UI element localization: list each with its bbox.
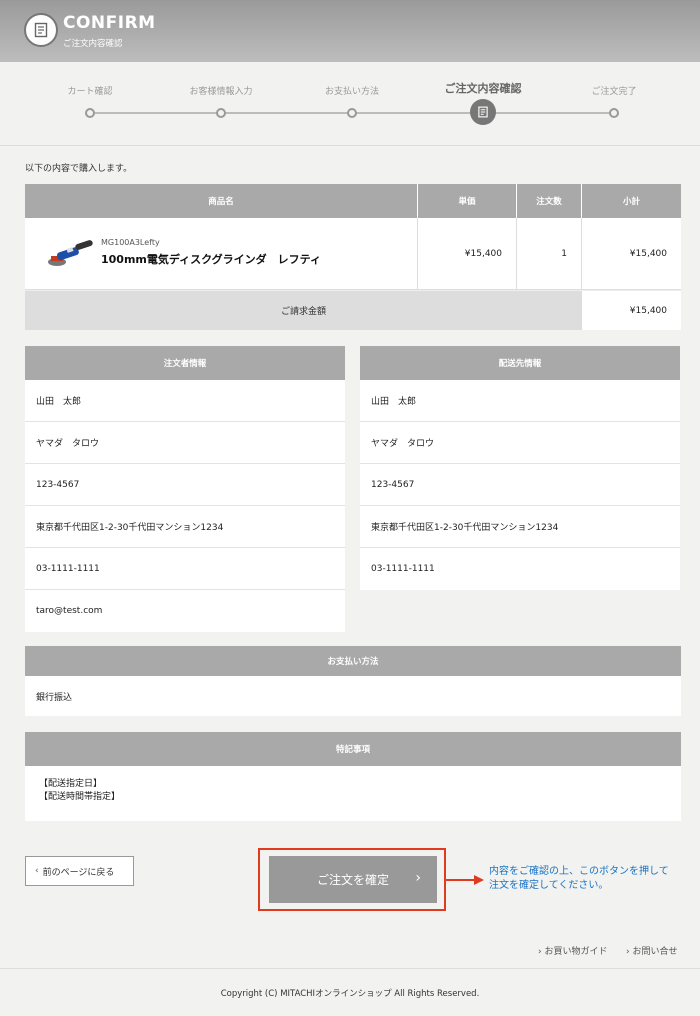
page-title: CONFIRM — [63, 13, 156, 33]
total-value: ¥15,400 — [582, 291, 681, 330]
contact-link[interactable]: › お問い合せ — [626, 944, 677, 957]
step-dot — [609, 108, 619, 118]
shipping-info-panel: 配送先情報 山田 太郎 ヤマダ タロウ 123-4567 東京都千代田区1-2-… — [360, 346, 680, 590]
step-dot — [85, 108, 95, 118]
orderer-zip: 123-4567 — [25, 464, 345, 506]
subtotal: ¥15,400 — [629, 248, 667, 259]
step-label: カート確認 — [67, 87, 113, 97]
step-label: お客様情報入力 — [189, 87, 253, 97]
total-row: ご請求金額 ¥15,400 — [25, 290, 681, 330]
link-label: お問い合せ — [632, 947, 678, 957]
back-button[interactable]: ‹ 前のページに戻る — [25, 856, 134, 886]
product-image — [48, 240, 93, 266]
back-button-label: 前のページに戻る — [42, 867, 115, 878]
column-subtotal: 小計 — [622, 197, 640, 207]
step-dot — [216, 108, 226, 118]
order-table: 商品名 単価 注文数 小計 MG100A3Lefty 100mm電気ディスクグラ… — [25, 184, 681, 330]
table-row: MG100A3Lefty 100mm電気ディスクグラインダ レフティ ¥15,4… — [25, 218, 681, 290]
panel-title: 注文者情報 — [25, 346, 345, 380]
panel-title: 配送先情報 — [360, 346, 680, 380]
payment-method-value: 銀行振込 — [36, 692, 73, 703]
notes-panel: 特記事項 【配送指定日】 【配送時間帯指定】 — [25, 732, 681, 821]
shipping-zip: 123-4567 — [360, 464, 680, 506]
orderer-info-panel: 注文者情報 山田 太郎 ヤマダ タロウ 123-4567 東京都千代田区1-2-… — [25, 346, 345, 632]
shipping-name-kana: ヤマダ タロウ — [360, 422, 680, 464]
delivery-date-note: 【配送指定日】 — [39, 779, 103, 789]
step-label: ご注文完了 — [591, 87, 637, 97]
product-code: MG100A3Lefty — [101, 238, 160, 247]
intro-text: 以下の内容で購入します。 — [25, 164, 133, 174]
page-subtitle: ご注文内容確認 — [63, 39, 123, 49]
page-header: CONFIRM ご注文内容確認 — [0, 0, 700, 62]
step-label: お支払い方法 — [324, 87, 379, 97]
quantity: 1 — [517, 218, 582, 289]
unit-price: ¥15,400 — [418, 218, 517, 289]
link-label: お買い物ガイド — [544, 947, 608, 957]
chevron-left-icon: ‹ — [35, 866, 39, 876]
orderer-name-kana: ヤマダ タロウ — [25, 422, 345, 464]
notes-body: 【配送指定日】 【配送時間帯指定】 — [25, 766, 681, 821]
step-dot — [347, 108, 357, 118]
orderer-name: 山田 太郎 — [25, 380, 345, 422]
table-header: 商品名 単価 注文数 小計 — [25, 184, 681, 218]
shipping-name: 山田 太郎 — [360, 380, 680, 422]
column-unit-price: 単価 — [418, 184, 517, 218]
checkout-progress: カート確認 お客様情報入力 お支払い方法 ご注文内容確認 ご注文完了 — [0, 62, 700, 146]
orderer-email: taro@test.com — [36, 606, 103, 616]
arrow-right-icon — [446, 875, 484, 885]
delivery-time-note: 【配送時間帯指定】 — [39, 792, 121, 802]
footer: Copyright (C) MITACHIオンラインショップ All Right… — [0, 968, 700, 1016]
orderer-phone: 03-1111-1111 — [25, 548, 345, 590]
product-cell: MG100A3Lefty 100mm電気ディスクグラインダ レフティ — [25, 218, 418, 289]
shopping-guide-link[interactable]: › お買い物ガイド — [538, 944, 607, 957]
annotation-line: 内容をご確認の上、このボタンを押して — [489, 866, 669, 877]
document-icon — [24, 13, 58, 47]
column-quantity: 注文数 — [517, 184, 582, 218]
instruction-annotation: 内容をご確認の上、このボタンを押して 注文を確定してください。 — [489, 865, 694, 893]
payment-method-panel: お支払い方法 銀行振込 — [25, 646, 681, 716]
document-icon — [470, 99, 496, 125]
confirm-button-label: ご注文を確定 — [316, 873, 389, 887]
panel-title: お支払い方法 — [25, 646, 681, 676]
confirm-order-button[interactable]: ご注文を確定 › — [269, 856, 437, 903]
panel-title: 特記事項 — [25, 732, 681, 766]
copyright-text: Copyright (C) MITACHIオンラインショップ All Right… — [220, 988, 480, 999]
shipping-phone: 03-1111-1111 — [371, 564, 435, 574]
shipping-address: 東京都千代田区1-2-30千代田マンション1234 — [360, 506, 680, 548]
orderer-address: 東京都千代田区1-2-30千代田マンション1234 — [25, 506, 345, 548]
chevron-right-icon: › — [415, 870, 421, 886]
annotation-line: 注文を確定してください。 — [489, 880, 609, 891]
total-label: ご請求金額 — [25, 291, 582, 330]
step-label: ご注文内容確認 — [444, 82, 522, 95]
column-product: 商品名 — [25, 184, 418, 218]
product-name: 100mm電気ディスクグラインダ レフティ — [101, 253, 322, 266]
